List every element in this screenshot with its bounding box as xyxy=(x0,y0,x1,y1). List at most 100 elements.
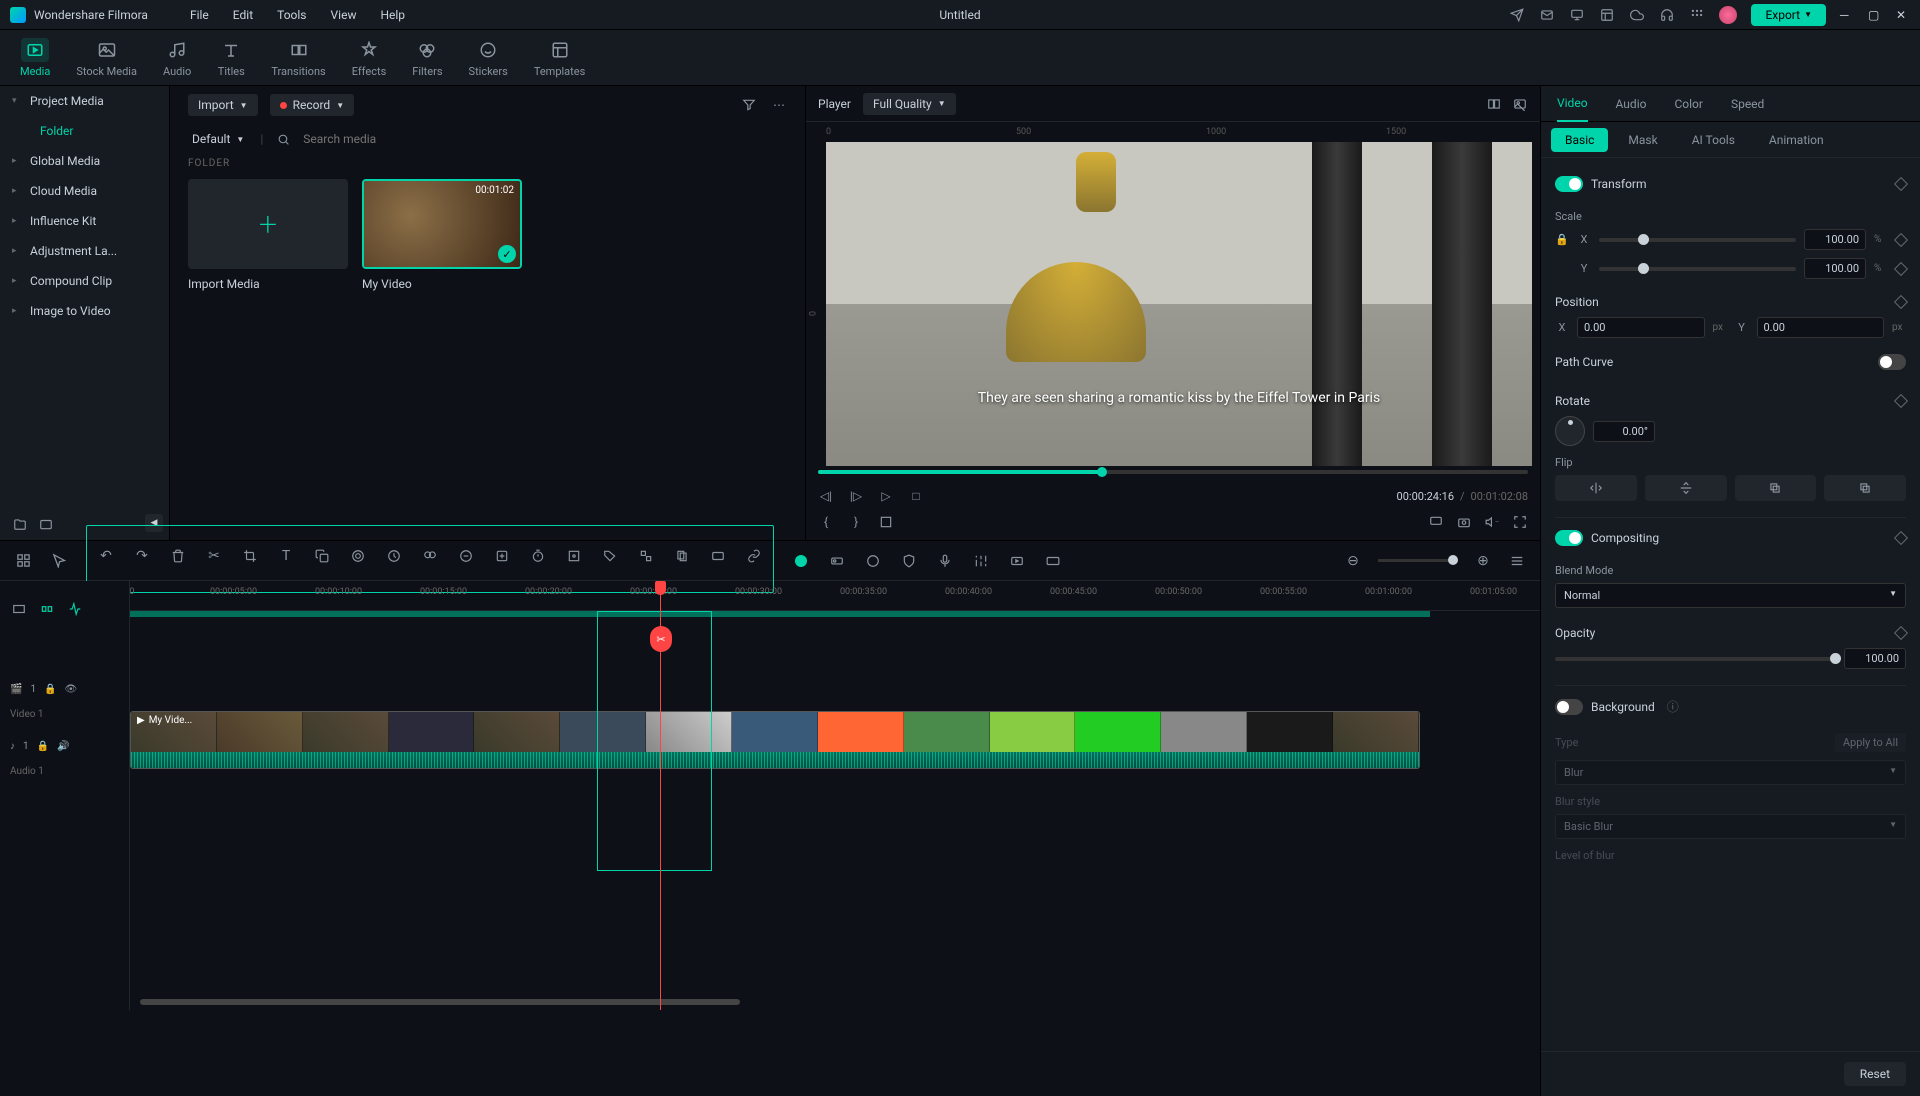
unlink-icon[interactable] xyxy=(745,547,763,565)
subtab-basic[interactable]: Basic xyxy=(1551,128,1608,152)
tag-icon[interactable] xyxy=(601,547,619,565)
mute-icon[interactable]: 🔊 xyxy=(57,741,69,752)
monitor-icon[interactable] xyxy=(1569,7,1585,23)
flip-vertical-button[interactable] xyxy=(1645,475,1727,501)
flip-copy2-button[interactable] xyxy=(1824,475,1906,501)
scale-y-slider[interactable] xyxy=(1599,267,1796,271)
more-icon[interactable]: ⋯ xyxy=(771,97,787,113)
position-x-value[interactable]: 0.00 xyxy=(1577,317,1705,338)
export-button[interactable]: Export▼ xyxy=(1751,4,1826,26)
mark-in-icon[interactable]: { xyxy=(818,514,834,530)
ribbon-stock-media[interactable]: Stock Media xyxy=(76,38,137,78)
lock-icon[interactable]: 🔒 xyxy=(1555,233,1569,246)
render-icon[interactable] xyxy=(709,547,727,565)
display-icon[interactable] xyxy=(1428,514,1444,530)
zoom-in-icon[interactable]: ⊕ xyxy=(1474,552,1492,570)
next-frame-button[interactable]: |▷ xyxy=(848,488,864,504)
compositing-keyframe[interactable] xyxy=(1894,531,1908,545)
tab-audio[interactable]: Audio xyxy=(1616,87,1647,121)
audio-track-header[interactable]: ♪1 🔒 🔊 xyxy=(0,726,129,766)
track-link-icon[interactable] xyxy=(38,600,56,618)
sidebar-item-compound-clip[interactable]: ▸Compound Clip xyxy=(0,266,169,296)
apply-all-button[interactable]: Apply to All xyxy=(1835,733,1906,752)
auto-reframe-icon[interactable] xyxy=(792,552,810,570)
opacity-slider[interactable] xyxy=(1555,657,1836,661)
sidebar-item-global-media[interactable]: ▸Global Media xyxy=(0,146,169,176)
record-audio-icon[interactable] xyxy=(828,552,846,570)
send-icon[interactable] xyxy=(1509,7,1525,23)
delete-icon[interactable] xyxy=(169,547,187,565)
ribbon-filters[interactable]: Filters xyxy=(412,38,442,78)
search-input[interactable] xyxy=(303,132,503,146)
ribbon-effects[interactable]: Effects xyxy=(352,38,387,78)
menu-tools[interactable]: Tools xyxy=(277,8,306,22)
track-motion-icon[interactable] xyxy=(565,547,583,565)
close-button[interactable]: ✕ xyxy=(1896,8,1910,22)
video-track-header[interactable]: 🎬1 🔒 👁 xyxy=(0,669,129,709)
ribbon-audio[interactable]: Audio xyxy=(163,38,191,78)
view-options-icon[interactable] xyxy=(1508,552,1526,570)
scale-x-keyframe[interactable] xyxy=(1894,232,1908,246)
tab-color[interactable]: Color xyxy=(1674,87,1702,121)
user-avatar[interactable] xyxy=(1719,6,1737,24)
crop-preview-icon[interactable] xyxy=(878,514,894,530)
link-icon[interactable] xyxy=(349,547,367,565)
scale-y-value[interactable]: 100.00 xyxy=(1804,258,1866,279)
media-clip-card[interactable]: 00:01:02✓ My Video xyxy=(362,179,522,291)
tab-video[interactable]: Video xyxy=(1557,86,1588,122)
import-media-card[interactable]: + Import Media xyxy=(188,179,348,291)
time-ruler[interactable]: 00:00 00:00:05:00 00:00:10:00 00:00:15:0… xyxy=(130,581,1540,611)
copy-icon[interactable] xyxy=(313,547,331,565)
quality-dropdown[interactable]: Full Quality▼ xyxy=(863,93,956,115)
magnet-icon[interactable] xyxy=(14,552,32,570)
subtab-animation[interactable]: Animation xyxy=(1755,128,1838,152)
redo-icon[interactable]: ↷ xyxy=(133,547,151,565)
mixer-icon[interactable] xyxy=(972,552,990,570)
visibility-icon[interactable]: 👁 xyxy=(65,684,78,695)
reset-button[interactable]: Reset xyxy=(1844,1062,1906,1086)
sidebar-item-project-media[interactable]: ▾Project Media xyxy=(0,86,169,116)
new-folder-icon[interactable] xyxy=(12,516,28,532)
rotate-dial[interactable] xyxy=(1555,416,1585,446)
cursor-icon[interactable] xyxy=(50,552,68,570)
split-icon[interactable]: ✂ xyxy=(205,547,223,565)
layout-icon[interactable] xyxy=(1599,7,1615,23)
ribbon-titles[interactable]: Titles xyxy=(217,38,245,78)
layers-icon[interactable] xyxy=(673,547,691,565)
maximize-button[interactable]: ▢ xyxy=(1868,8,1882,22)
menu-help[interactable]: Help xyxy=(380,8,405,22)
zoom-out-icon[interactable]: ⊖ xyxy=(1344,552,1362,570)
scale-x-value[interactable]: 100.00 xyxy=(1804,229,1866,250)
sidebar-item-folder[interactable]: Folder xyxy=(0,116,169,146)
record-dropdown[interactable]: Record▼ xyxy=(270,94,355,116)
path-curve-toggle[interactable] xyxy=(1878,354,1906,370)
rotate-value[interactable]: 0.00° xyxy=(1593,421,1655,442)
compositing-toggle[interactable] xyxy=(1555,530,1583,546)
menu-file[interactable]: File xyxy=(190,8,209,22)
position-keyframe[interactable] xyxy=(1894,295,1908,309)
menu-edit[interactable]: Edit xyxy=(233,8,253,22)
keyframe-icon[interactable] xyxy=(493,547,511,565)
volume-icon[interactable] xyxy=(1484,514,1500,530)
lock-audio-icon[interactable]: 🔒 xyxy=(37,741,49,752)
play-button[interactable]: ▷ xyxy=(878,488,894,504)
opacity-value[interactable]: 100.00 xyxy=(1844,648,1906,669)
transform-toggle[interactable] xyxy=(1555,176,1583,192)
sidebar-item-adjustment-layer[interactable]: ▸Adjustment La... xyxy=(0,236,169,266)
filter-icon[interactable] xyxy=(741,97,757,113)
flip-copy1-button[interactable] xyxy=(1735,475,1817,501)
info-icon[interactable]: ⓘ xyxy=(1667,698,1679,715)
timer-icon[interactable] xyxy=(529,547,547,565)
scale-y-keyframe[interactable] xyxy=(1894,261,1908,275)
ratio-icon[interactable] xyxy=(1044,552,1062,570)
export-clip-icon[interactable] xyxy=(1008,552,1026,570)
ribbon-media[interactable]: Media xyxy=(20,38,50,78)
prev-frame-button[interactable]: ◁| xyxy=(818,488,834,504)
marker-add-icon[interactable] xyxy=(864,552,882,570)
speed-icon[interactable] xyxy=(385,547,403,565)
video-clip[interactable]: ▶My Vide... xyxy=(130,711,1420,769)
snapshot-icon[interactable] xyxy=(1456,514,1472,530)
sidebar-item-image-to-video[interactable]: ▸Image to Video xyxy=(0,296,169,326)
group-icon[interactable] xyxy=(637,547,655,565)
crop-icon[interactable] xyxy=(241,547,259,565)
